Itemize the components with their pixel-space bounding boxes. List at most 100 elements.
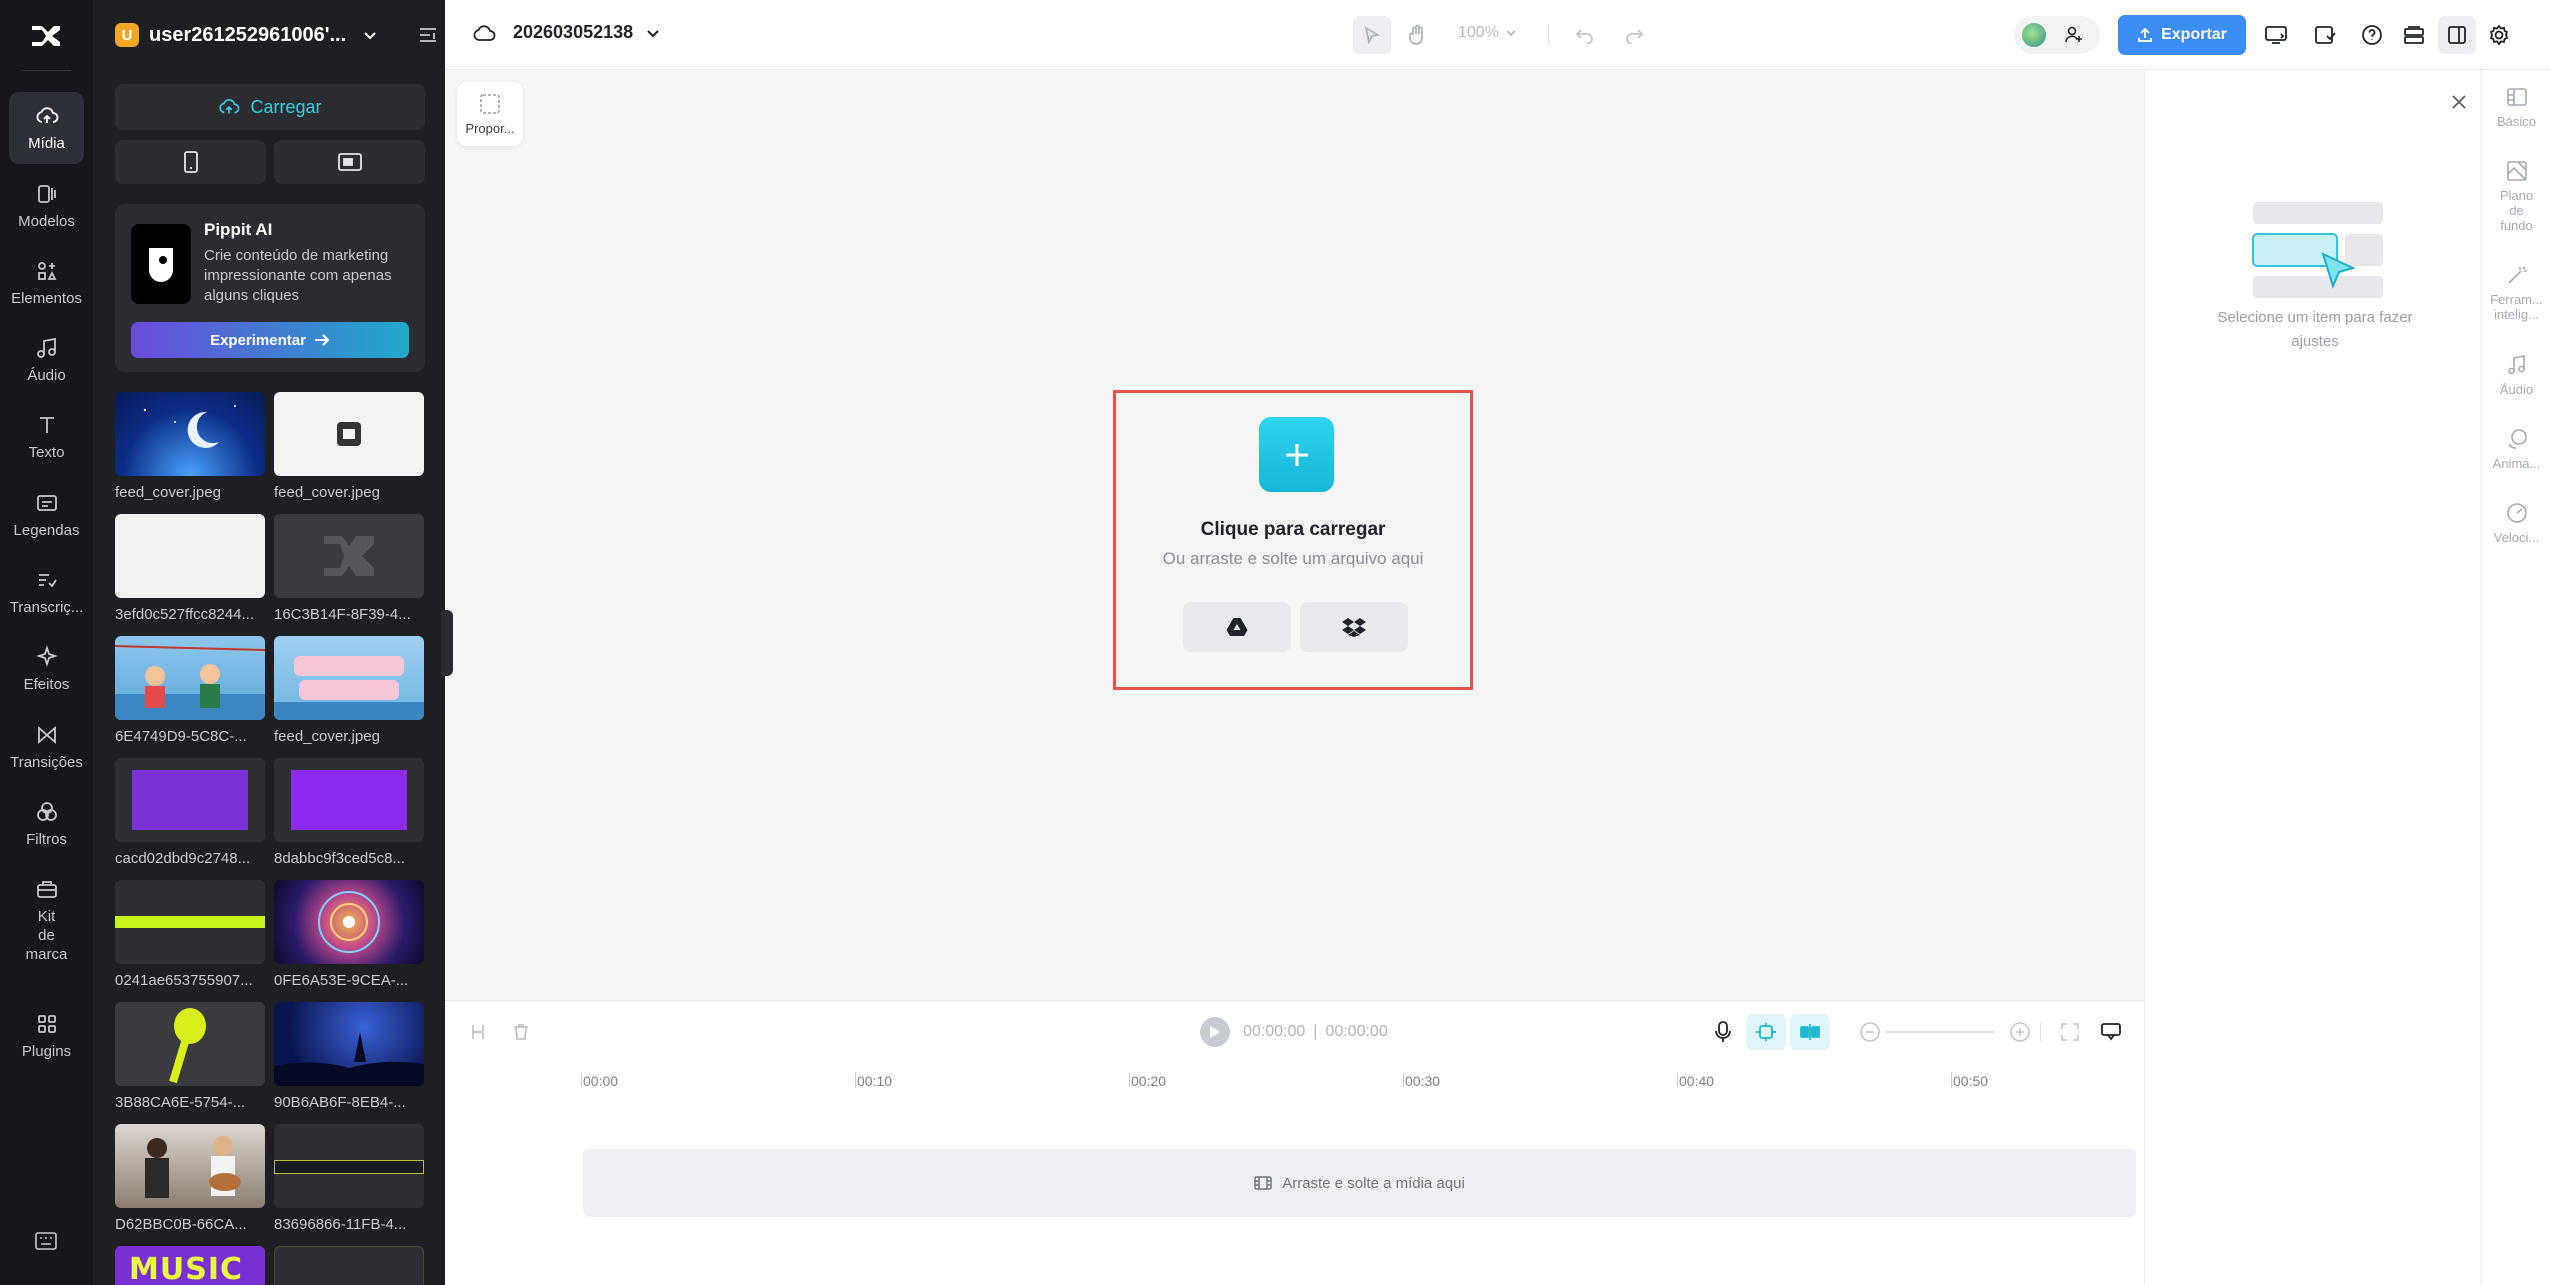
collaborators[interactable] (2014, 16, 2100, 54)
capcut-mini-icon (337, 422, 361, 446)
plus-icon (1285, 443, 1308, 466)
rail-item-label: Transições (10, 753, 83, 771)
export-button[interactable]: Exportar (2118, 15, 2246, 55)
total-time: 00:00:00 (1325, 1023, 1388, 1040)
split-button[interactable] (465, 1019, 491, 1045)
chevron-down-icon[interactable] (645, 25, 661, 41)
tab-basic[interactable]: Básico (2482, 86, 2550, 129)
pippit-logo (131, 224, 191, 304)
rail-item-label: Kit de marca (25, 907, 68, 963)
tab-background[interactable]: Plano de fundo (2482, 160, 2550, 233)
try-button[interactable]: Experimentar (131, 322, 409, 358)
proportion-button[interactable]: Propor... (457, 82, 523, 146)
google-drive-icon (1226, 618, 1248, 636)
media-name: 90B6AB6F-8EB4-... (274, 1094, 406, 1111)
chevron-down-icon[interactable] (362, 27, 378, 43)
layout-toggle-button[interactable] (2438, 16, 2476, 54)
ruler-tick: 00:40 (1676, 1073, 1715, 1089)
rail-item-brand-kit[interactable]: Kit de marca (9, 870, 84, 970)
monitor-comment-icon (2101, 1023, 2121, 1041)
rail-item-captions[interactable]: Legendas (9, 479, 84, 551)
tab-smart-tools[interactable]: Ferram... intelig... (2482, 264, 2550, 322)
hand-tool-button[interactable] (1398, 16, 1436, 54)
tab-audio[interactable]: Áudio (2482, 354, 2550, 397)
layers-button[interactable] (2395, 16, 2433, 54)
media-thumbnail[interactable]: MUSIC (115, 1246, 265, 1285)
rail-item-media[interactable]: Mídia (9, 92, 84, 164)
panel-collapse-handle[interactable] (441, 610, 453, 676)
media-thumbnail[interactable] (274, 1002, 424, 1086)
zoom-value: 100% (1458, 24, 1499, 41)
rail-item-elements[interactable]: Elementos (9, 247, 84, 319)
play-button[interactable] (1200, 1017, 1230, 1047)
magnet-toggle[interactable] (1746, 1014, 1786, 1050)
zoom-out-button[interactable] (1857, 1019, 1883, 1045)
redo-button[interactable] (1615, 16, 1653, 54)
media-thumbnail[interactable] (115, 636, 265, 720)
top-bar: 202603052138 100% Exportar (445, 0, 2550, 70)
media-thumbnail[interactable] (274, 1124, 424, 1208)
tab-speed[interactable]: Veloci... (2482, 502, 2550, 545)
media-thumbnail[interactable] (115, 880, 265, 964)
media-thumbnail[interactable] (115, 1002, 265, 1086)
settings-button[interactable] (2480, 16, 2518, 54)
account-header[interactable]: U user261252961006'... (115, 20, 436, 50)
rail-item-transitions[interactable]: Transições (9, 711, 84, 783)
media-thumbnail[interactable] (274, 392, 424, 476)
media-thumbnail[interactable] (274, 636, 424, 720)
transcript-icon (38, 573, 57, 587)
media-name: 8dabbc9f3ced5c8... (274, 850, 405, 867)
screen-record-icon (337, 153, 362, 171)
rail-item-audio[interactable]: Áudio (9, 324, 84, 396)
media-thumbnail[interactable] (274, 758, 424, 842)
rail-item-effects[interactable]: Efeitos (9, 633, 84, 705)
dropbox-button[interactable] (1300, 602, 1408, 652)
media-thumbnail[interactable] (115, 392, 265, 476)
tab-animation[interactable]: Anima... (2482, 428, 2550, 471)
rail-item-templates[interactable]: Modelos (9, 170, 84, 242)
media-thumbnail[interactable] (115, 1124, 265, 1208)
rail-item-transcript[interactable]: Transcriç... (9, 556, 84, 628)
film-icon (1254, 1176, 1272, 1190)
media-thumbnail[interactable] (274, 1246, 424, 1285)
record-voice-button[interactable] (1710, 1019, 1736, 1045)
publish-button[interactable] (2307, 16, 2345, 54)
capcut-logo-icon[interactable] (28, 18, 64, 54)
phone-upload-button[interactable] (115, 140, 266, 184)
zoom-slider[interactable] (1885, 1031, 1995, 1033)
media-thumbnail[interactable] (274, 880, 424, 964)
timeline-display-button[interactable] (2098, 1019, 2124, 1045)
redo-icon (1626, 29, 1644, 44)
rail-item-plugins[interactable]: Plugins (9, 1000, 84, 1072)
panel-menu-icon[interactable] (417, 24, 439, 46)
help-button[interactable] (2353, 16, 2391, 54)
media-thumbnail[interactable] (274, 514, 424, 598)
dropzone-title: Clique para carregar (1200, 519, 1386, 540)
screen-record-button[interactable] (274, 140, 425, 184)
upload-dropzone[interactable]: Clique para carregar Ou arraste e solte … (1113, 390, 1473, 690)
media-name: 0FE6A53E-9CEA-... (274, 972, 409, 989)
zoom-in-icon (2010, 1022, 2030, 1042)
close-icon[interactable] (2449, 92, 2469, 112)
media-thumbnail[interactable] (115, 514, 265, 598)
rail-item-text[interactable]: Texto (9, 401, 84, 473)
tab-label: Plano de fundo (2499, 188, 2534, 233)
select-tool-button[interactable] (1353, 16, 1391, 54)
undo-button[interactable] (1566, 16, 1604, 54)
present-button[interactable] (2257, 16, 2295, 54)
google-drive-button[interactable] (1183, 602, 1291, 652)
main-track-dropzone[interactable]: Arraste e solte a mídia aqui (583, 1149, 2136, 1217)
delete-button[interactable] (508, 1019, 534, 1045)
rail-item-filters[interactable]: Filtros (9, 788, 84, 860)
media-thumbnail[interactable] (115, 758, 265, 842)
upload-button[interactable]: Carregar (115, 84, 425, 130)
elements-icon (37, 261, 56, 280)
zoom-in-button[interactable] (2007, 1019, 2033, 1045)
keyboard-shortcuts-icon[interactable] (35, 1232, 57, 1250)
add-media-button[interactable] (1259, 417, 1334, 492)
new-year-illustration (274, 656, 424, 720)
linkage-toggle[interactable] (1790, 1014, 1830, 1050)
project-title[interactable]: 202603052138 (473, 22, 661, 43)
zoom-dropdown[interactable]: 100% (1458, 24, 1517, 42)
fit-timeline-button[interactable] (2057, 1019, 2083, 1045)
